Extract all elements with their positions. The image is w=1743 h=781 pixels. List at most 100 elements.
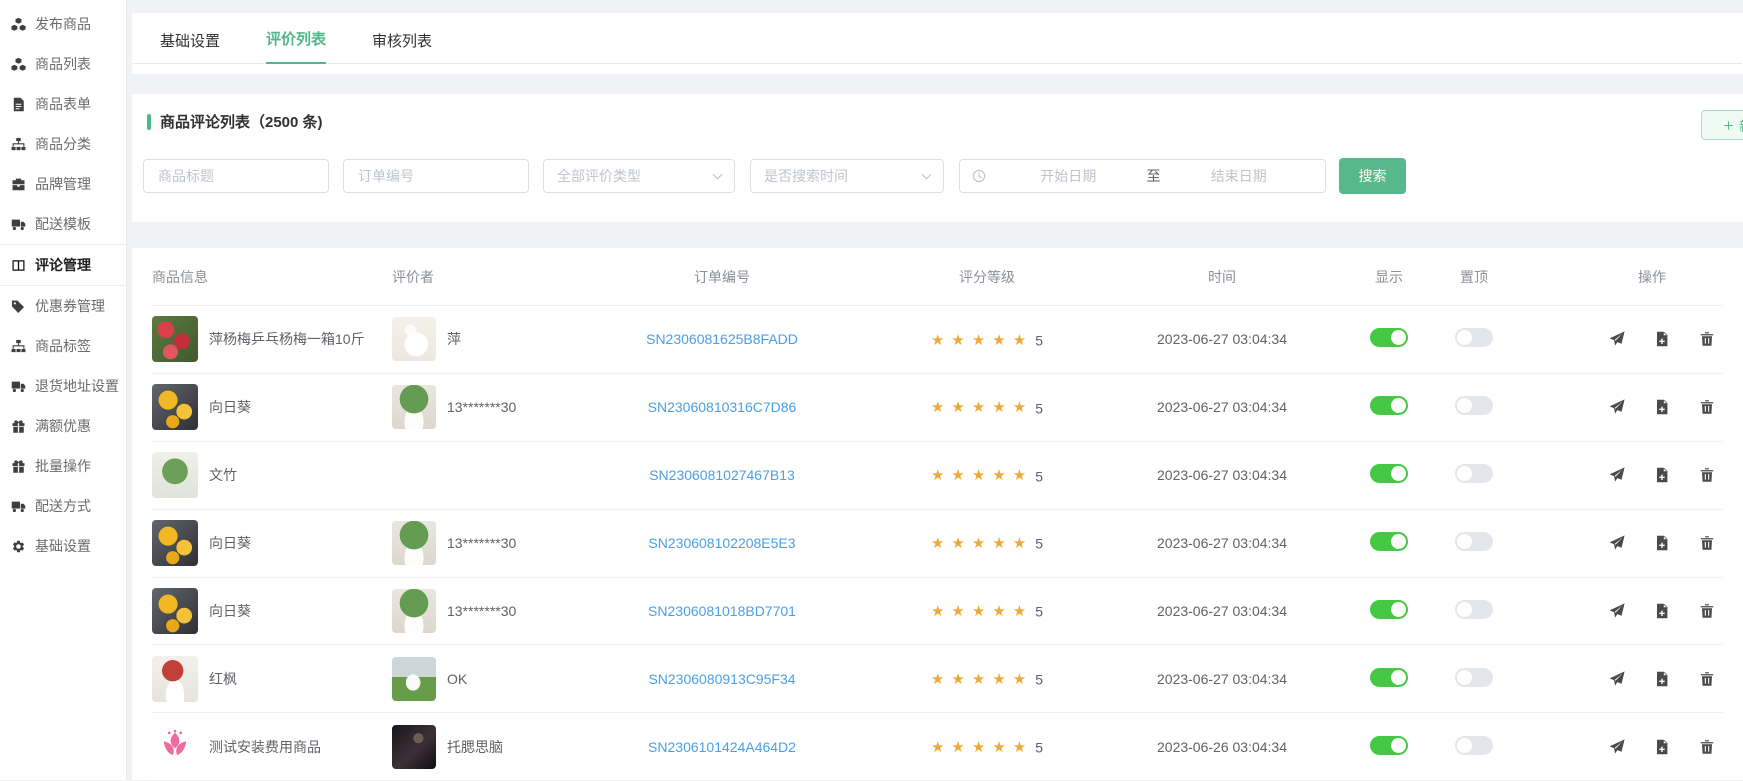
trash-icon[interactable] [1699, 331, 1715, 347]
tab-3[interactable]: 审核列表 [372, 30, 432, 64]
pin-toggle[interactable] [1455, 328, 1493, 347]
actions-cell [1522, 399, 1723, 415]
order-cell: SN23060810316C7D86 [562, 399, 882, 415]
sidebar-item-13[interactable]: 配送方式 [0, 486, 126, 526]
file-add-icon[interactable] [1654, 467, 1670, 483]
pin-toggle[interactable] [1455, 396, 1493, 415]
order-number-link[interactable]: SN2306080913C95F34 [648, 671, 795, 687]
order-number-link[interactable]: SN2306101424A464D2 [648, 739, 796, 755]
review-type-select[interactable]: 全部评价类型 [543, 159, 735, 193]
star-icon: ★ [972, 468, 985, 483]
pin-toggle[interactable] [1455, 532, 1493, 551]
sidebar-item-12[interactable]: 批量操作 [0, 446, 126, 486]
star-icon: ★ [931, 400, 944, 415]
order-number-link[interactable]: SN230608102208E5E3 [648, 535, 795, 551]
sidebar-item-3[interactable]: 商品表单 [0, 84, 126, 124]
column-header: 评价者 [392, 267, 562, 287]
trash-icon[interactable] [1699, 535, 1715, 551]
tags-icon [11, 299, 26, 314]
show-toggle[interactable] [1370, 668, 1408, 687]
sidebar-item-14[interactable]: 基础设置 [0, 526, 126, 566]
sidebar-item-9[interactable]: 商品标签 [0, 326, 126, 366]
product-name: 向日葵 [209, 601, 251, 621]
sidebar-item-11[interactable]: 满额优惠 [0, 406, 126, 446]
product-name: 向日葵 [209, 397, 251, 417]
send-icon[interactable] [1609, 739, 1625, 755]
time-cell: 2023-06-27 03:04:34 [1092, 399, 1352, 415]
trash-icon[interactable] [1699, 671, 1715, 687]
send-icon[interactable] [1609, 467, 1625, 483]
date-range-picker[interactable]: 开始日期 至 结束日期 [959, 159, 1326, 193]
show-toggle[interactable] [1370, 328, 1408, 347]
pin-toggle[interactable] [1455, 600, 1493, 619]
star-icon: ★ [1013, 333, 1026, 348]
reviewer-avatar [392, 657, 436, 701]
add-new-button[interactable]: 新增 [1701, 110, 1743, 140]
show-toggle[interactable] [1370, 396, 1408, 415]
star-icon: ★ [972, 400, 985, 415]
show-toggle[interactable] [1370, 464, 1408, 483]
send-icon[interactable] [1609, 535, 1625, 551]
pin-toggle[interactable] [1455, 668, 1493, 687]
file-add-icon[interactable] [1654, 535, 1670, 551]
review-time: 2023-06-27 03:04:34 [1157, 399, 1287, 415]
star-icon: ★ [951, 604, 964, 619]
sidebar-item-5[interactable]: 品牌管理 [0, 164, 126, 204]
reviewer-cell: 萍 [392, 317, 562, 361]
column-header: 显示 [1352, 267, 1426, 287]
column-header: 商品信息 [152, 267, 392, 287]
file-add-icon[interactable] [1654, 399, 1670, 415]
order-no-input[interactable] [356, 167, 516, 185]
sidebar-item-1[interactable]: 发布商品 [0, 4, 126, 44]
trash-icon[interactable] [1699, 739, 1715, 755]
start-date-placeholder[interactable]: 开始日期 [994, 166, 1143, 186]
product-title-input[interactable] [156, 167, 316, 185]
table-row: 红枫OKSN2306080913C95F34★★★★★52023-06-27 0… [152, 645, 1723, 713]
order-number-link[interactable]: SN2306081027467B13 [649, 467, 795, 483]
sidebar-item-4[interactable]: 商品分类 [0, 124, 126, 164]
order-cell: SN2306081018BD7701 [562, 603, 882, 619]
order-number-link[interactable]: SN2306081625B8FADD [646, 331, 798, 347]
file-add-icon[interactable] [1654, 603, 1670, 619]
pin-toggle[interactable] [1455, 736, 1493, 755]
search-button[interactable]: 搜索 [1339, 158, 1406, 194]
rating-stars: ★★★★★ [931, 604, 1026, 619]
sidebar-item-7[interactable]: 评论管理 [0, 244, 126, 286]
send-icon[interactable] [1609, 331, 1625, 347]
show-toggle[interactable] [1370, 736, 1408, 755]
sidebar-item-10[interactable]: 退货地址设置 [0, 366, 126, 406]
star-icon: ★ [992, 333, 1005, 348]
send-icon[interactable] [1609, 399, 1625, 415]
star-icon: ★ [992, 536, 1005, 551]
column-header: 时间 [1092, 267, 1352, 287]
star-icon: ★ [1013, 672, 1026, 687]
show-toggle[interactable] [1370, 532, 1408, 551]
trash-icon[interactable] [1699, 467, 1715, 483]
order-number-link[interactable]: SN23060810316C7D86 [648, 399, 797, 415]
trash-icon[interactable] [1699, 603, 1715, 619]
sidebar-item-6[interactable]: 配送模板 [0, 204, 126, 244]
rating-stars: ★★★★★ [931, 740, 1026, 755]
trash-icon[interactable] [1699, 399, 1715, 415]
product-info-cell: 向日葵 [152, 520, 392, 566]
search-time-select[interactable]: 是否搜索时间 [750, 159, 944, 193]
file-add-icon[interactable] [1654, 739, 1670, 755]
send-icon[interactable] [1609, 671, 1625, 687]
tab-2[interactable]: 评价列表 [266, 28, 326, 64]
file-add-icon[interactable] [1654, 331, 1670, 347]
rating-stars: ★★★★★ [931, 333, 1026, 348]
show-toggle[interactable] [1370, 600, 1408, 619]
star-icon: ★ [951, 468, 964, 483]
sidebar-item-8[interactable]: 优惠券管理 [0, 286, 126, 326]
file-add-icon[interactable] [1654, 671, 1670, 687]
order-number-link[interactable]: SN2306081018BD7701 [648, 603, 796, 619]
star-icon: ★ [1013, 468, 1026, 483]
reviewer-name: 萍 [447, 329, 461, 349]
reviewer-avatar [392, 385, 436, 429]
end-date-placeholder[interactable]: 结束日期 [1165, 166, 1314, 186]
sidebar-item-2[interactable]: 商品列表 [0, 44, 126, 84]
tab-1[interactable]: 基础设置 [160, 30, 220, 64]
pin-toggle[interactable] [1455, 464, 1493, 483]
show-cell [1352, 396, 1426, 418]
send-icon[interactable] [1609, 603, 1625, 619]
